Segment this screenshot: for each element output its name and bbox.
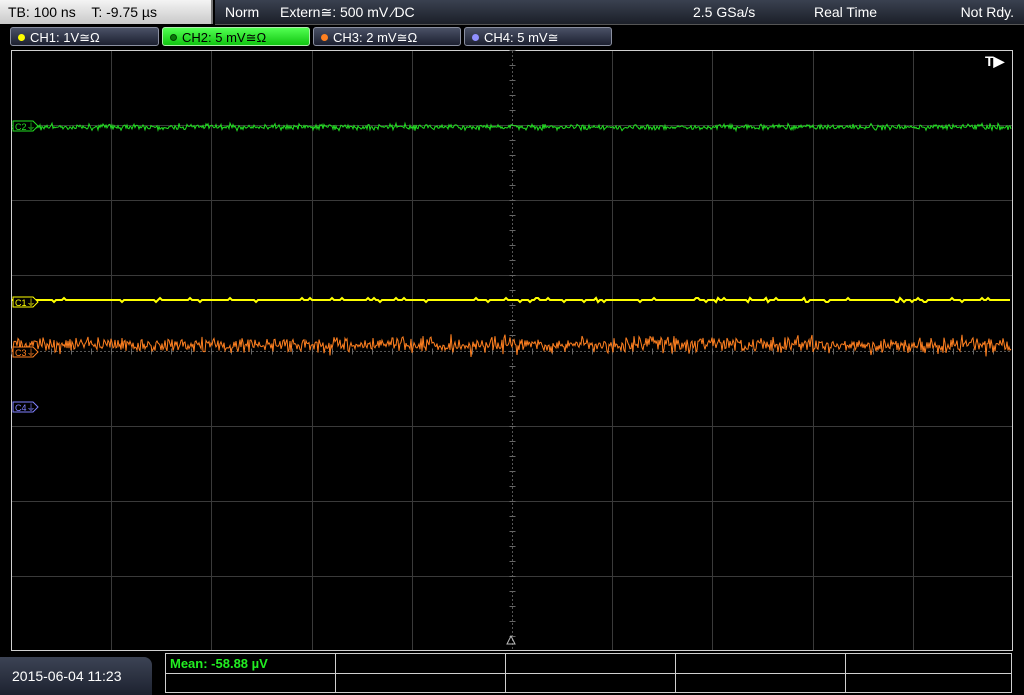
trigger-position-icon: T▶ xyxy=(985,53,1006,69)
channel-1-label: CH1: 1V≅Ω xyxy=(30,30,100,45)
status-bar: Norm Extern≅: 500 mV ⁄DC 2.5 GSa/s Real … xyxy=(215,0,1024,25)
channel-4-marker-label: C4⏚ xyxy=(15,403,36,413)
tab-channel-2[interactable]: CH2: 5 mV≅Ω xyxy=(162,27,310,46)
channel-3-label: CH3: 2 mV≅Ω xyxy=(333,30,418,45)
waveform-graticule: C2⏚ C1⏚ C3⏚ C4⏚ T▶ xyxy=(11,50,1013,651)
channel-1-ground-marker[interactable]: C1⏚ xyxy=(12,296,39,308)
waveform-display[interactable]: C2⏚ C1⏚ C3⏚ C4⏚ T▶ xyxy=(11,50,1013,651)
measurement-table[interactable]: Mean: -58.88 µV xyxy=(165,653,1012,693)
timebase-panel[interactable]: TB: 100 ns T: -9.75 µs xyxy=(0,0,213,24)
tab-channel-3[interactable]: CH3: 2 mV≅Ω xyxy=(313,27,461,46)
trigger-time-label: T: -9.75 µs xyxy=(91,4,157,20)
acquisition-mode[interactable]: Real Time xyxy=(814,0,877,24)
channel-4-ground-marker[interactable]: C4⏚ xyxy=(12,401,39,413)
channel-2-label: CH2: 5 mV≅Ω xyxy=(182,30,267,45)
measurement-mean: Mean: -58.88 µV xyxy=(170,656,268,671)
channel-1-dot-icon xyxy=(18,34,25,41)
channel-3-marker-label: C3⏚ xyxy=(15,348,36,358)
trigger-source[interactable]: Extern≅: 500 mV ⁄DC xyxy=(280,0,415,24)
trigger-mode[interactable]: Norm xyxy=(225,0,259,24)
tab-channel-1[interactable]: CH1: 1V≅Ω xyxy=(10,27,159,46)
channel-3-dot-icon xyxy=(321,34,328,41)
channel-4-label: CH4: 5 mV≅ xyxy=(484,30,559,45)
sample-rate[interactable]: 2.5 GSa/s xyxy=(693,0,755,24)
channel-2-dot-icon xyxy=(170,34,177,41)
tab-channel-4[interactable]: CH4: 5 mV≅ xyxy=(464,27,612,46)
channel-1-marker-label: C1⏚ xyxy=(15,298,36,308)
channel-3-ground-marker[interactable]: C3⏚ xyxy=(12,346,39,358)
channel-2-ground-marker[interactable]: C2⏚ xyxy=(12,120,39,132)
acquisition-status: Not Rdy. xyxy=(960,4,1014,20)
datetime-display: 2015-06-04 11:23 xyxy=(0,657,152,695)
oscilloscope-screen: TB: 100 ns T: -9.75 µs Norm Extern≅: 500… xyxy=(0,0,1024,695)
channel-4-dot-icon xyxy=(472,34,479,41)
channel-2-marker-label: C2⏚ xyxy=(15,122,36,132)
timebase-label: TB: 100 ns xyxy=(8,4,76,20)
